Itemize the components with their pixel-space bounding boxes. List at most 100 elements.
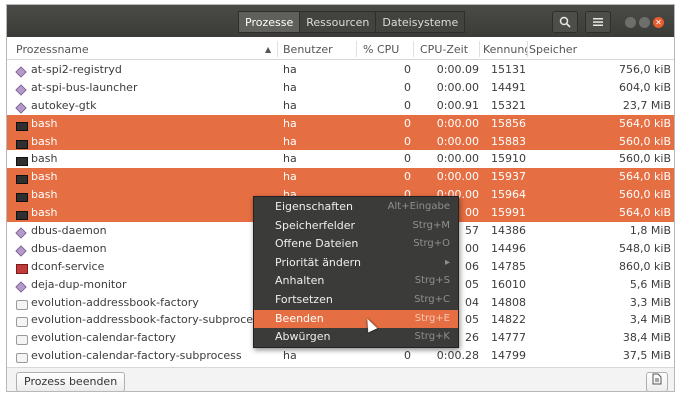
menu-item-label: Offene Dateien	[275, 237, 359, 251]
process-memory: 564,0 kiB	[619, 170, 671, 184]
process-id: 14822	[491, 313, 526, 327]
process-name: dbus-daemon	[31, 224, 107, 238]
process-user: ha	[283, 170, 297, 184]
table-row[interactable]: at-spi-bus-launcher ha 0 0:00.00 14491 604,0 …	[7, 79, 674, 97]
process-cpu: 0	[404, 80, 411, 94]
table-row[interactable]: autokey-gtk ha 0 0:00.91 15321 23,7 MiB	[7, 97, 674, 115]
menu-button[interactable]	[585, 11, 611, 33]
process-id: 14491	[491, 80, 526, 94]
table-row[interactable]: bash ha 0 0:00.00 15883 560,0 kiB	[7, 132, 674, 151]
process-name: evolution-calendar-factory	[31, 331, 176, 345]
process-id: 14799	[491, 349, 526, 363]
process-memory: 5,6 MiB	[629, 277, 671, 291]
column-header-name[interactable]: Prozessname	[16, 43, 89, 56]
action-bar: Prozess beenden	[7, 367, 674, 391]
table-row[interactable]: bash ha 0 0:00.00 15937 564,0 kiB	[7, 168, 674, 187]
process-memory: 564,0 kiB	[619, 206, 671, 220]
column-header-pid[interactable]: Kennung	[483, 43, 527, 56]
table-row[interactable]: bash ha 0 0:00.00 15910 560,0 kiB	[7, 150, 674, 168]
process-memory: 3,4 MiB	[629, 313, 671, 327]
terminal-icon	[16, 208, 29, 221]
tab-filesystems[interactable]: Dateisysteme	[375, 11, 466, 33]
app-icon	[15, 244, 29, 257]
menu-item[interactable]: Eigenschaften Alt+Eingabe	[254, 198, 458, 217]
process-id: 15321	[491, 98, 526, 112]
search-button[interactable]	[552, 11, 578, 33]
terminal-icon	[16, 172, 29, 185]
process-id: 14808	[491, 295, 526, 309]
process-name: evolution-addressbook-factory	[31, 295, 199, 309]
minimize-button[interactable]	[625, 17, 636, 28]
process-id: 15910	[491, 152, 526, 166]
menu-item[interactable]: Abwürgen Strg+K	[254, 328, 458, 347]
menu-item-label: Fortsetzen	[275, 292, 333, 306]
process-id: 15883	[491, 134, 526, 148]
process-name: autokey-gtk	[31, 98, 97, 112]
process-name: at-spi2-registryd	[31, 63, 122, 76]
process-id: 14386	[491, 224, 526, 238]
process-name: bash	[31, 116, 58, 130]
menu-item[interactable]: Beenden Strg+E	[254, 309, 458, 329]
process-cpu-time: 0:00.00	[436, 134, 479, 148]
process-name: dconf-service	[31, 259, 105, 273]
process-id: 15937	[491, 170, 526, 184]
process-id: 14785	[491, 259, 526, 273]
process-cpu: 0	[404, 170, 411, 184]
process-cpu-time: 0:00.91	[436, 98, 479, 112]
process-memory: 37,5 MiB	[622, 349, 671, 363]
process-memory: 548,0 kiB	[619, 241, 671, 255]
tab-processes[interactable]: Prozesse	[238, 11, 300, 33]
process-memory: 604,0 kiB	[619, 80, 671, 94]
app-icon	[15, 226, 29, 239]
sort-ascending-icon: ▲	[265, 45, 272, 54]
table-row[interactable]: evolution-calendar-factory-subprocess ha 0…	[7, 347, 674, 365]
menu-item[interactable]: Speicherfelder Strg+M	[254, 217, 458, 236]
tab-resources[interactable]: Ressourcen	[299, 11, 376, 33]
process-memory: 38,4 MiB	[622, 331, 671, 345]
menu-item[interactable]: Offene Dateien Strg+O	[254, 235, 458, 254]
process-user: ha	[283, 134, 297, 148]
process-memory: 860,0 kiB	[619, 259, 671, 273]
menu-item[interactable]: Anhalten Strg+S	[254, 272, 458, 291]
table-row[interactable]: bash ha 0 0:00.00 15856 564,0 kiB	[7, 114, 674, 133]
menu-item-shortcut: Strg+C	[414, 293, 450, 305]
column-header-cpu-time[interactable]: CPU-Zeit	[420, 43, 468, 56]
menu-item-shortcut: Strg+K	[414, 331, 451, 343]
process-id: 15856	[491, 116, 526, 130]
column-header-row: Prozessname ▲ Benutzer % CPU CPU-Zeit Ke…	[7, 38, 674, 60]
context-menu: Eigenschaften Alt+Eingabe Speicherfelder St…	[253, 196, 459, 348]
table-row[interactable]: at-spi2-registryd ha 0 0:00.09 15131 756,0 ki…	[7, 61, 674, 79]
menu-item[interactable]: Priorität ändern ▸	[254, 254, 458, 273]
process-memory: 756,0 kiB	[619, 63, 671, 76]
process-memory: 564,0 kiB	[619, 116, 671, 130]
process-info-button[interactable]	[646, 372, 668, 391]
process-id: 14777	[491, 331, 526, 345]
process-cpu: 0	[404, 63, 411, 76]
dconf-icon	[16, 262, 29, 274]
process-memory: 1,8 MiB	[629, 224, 671, 238]
menu-item-label: Anhalten	[275, 274, 325, 288]
column-header-memory[interactable]: Speicher	[529, 43, 577, 56]
process-name: evolution-addressbook-factory-subproces	[31, 313, 259, 327]
end-process-button[interactable]: Prozess beenden	[16, 372, 126, 391]
column-header-user[interactable]: Benutzer	[283, 43, 333, 56]
menu-item-shortcut: Alt+Eingabe	[387, 201, 450, 212]
process-name: bash	[31, 206, 58, 220]
column-header-cpu[interactable]: % CPU	[363, 43, 399, 56]
process-id: 15964	[491, 188, 526, 202]
process-cpu-time: 0:00.00	[436, 80, 479, 94]
process-cpu-time: 0:00.28	[436, 349, 479, 363]
process-cpu: 0	[404, 98, 411, 112]
maximize-button[interactable]	[639, 17, 650, 28]
process-name: bash	[31, 134, 58, 148]
close-button[interactable]: ✕	[653, 17, 664, 28]
process-id: 15991	[491, 206, 526, 220]
menu-item[interactable]: Fortsetzen Strg+C	[254, 291, 458, 310]
file-icon	[16, 351, 29, 364]
process-memory: 23,7 MiB	[622, 98, 671, 112]
file-icon	[16, 298, 29, 310]
process-cpu: 0	[404, 134, 411, 148]
view-switcher: Prozesse Ressourcen Dateisysteme	[238, 11, 466, 33]
process-memory: 560,0 kiB	[619, 134, 671, 148]
terminal-icon	[16, 119, 29, 131]
